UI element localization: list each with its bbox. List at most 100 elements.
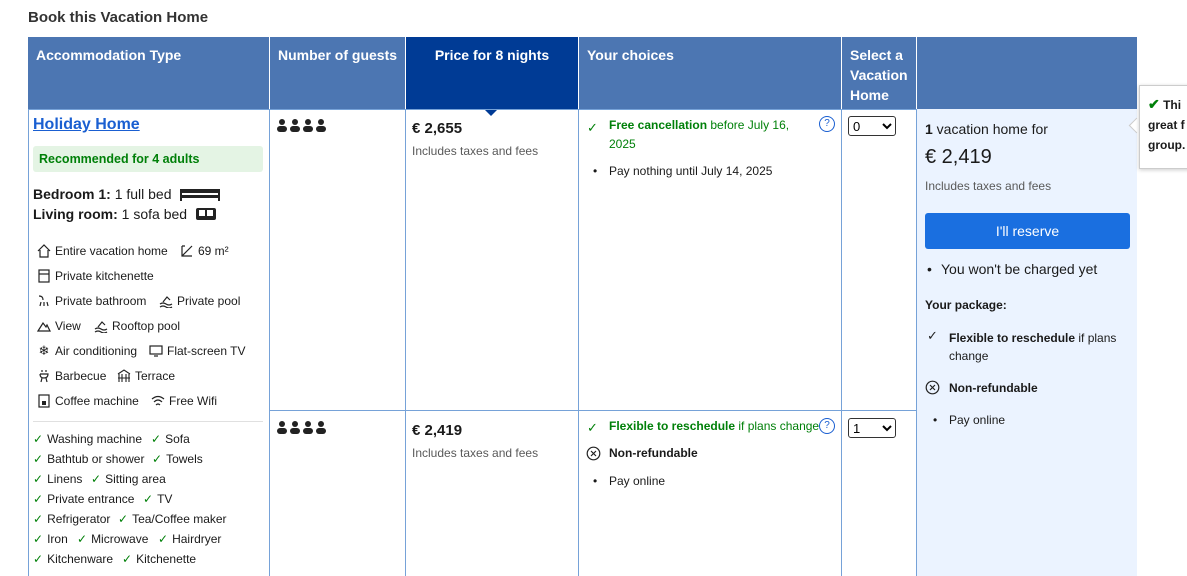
- bed-label: Living room:: [33, 206, 118, 222]
- tooltip-line: Thi: [1163, 98, 1182, 112]
- facility-wifi: Free Wifi: [151, 394, 217, 408]
- package-title: Your package:: [925, 298, 1007, 312]
- no-charge-note: You won't be charged yet: [927, 261, 1097, 277]
- amenity-item: ✓ Washing machine: [33, 432, 142, 446]
- grid-line: [841, 109, 842, 576]
- checkmark-icon: ✓: [118, 512, 129, 526]
- facility-label: Private bathroom: [55, 294, 147, 308]
- package-pay-online: Pay online: [933, 413, 1005, 427]
- grid-line: [405, 109, 406, 576]
- header-summary: [917, 37, 1137, 109]
- checkmark-icon: ✓: [158, 532, 169, 546]
- option-choice: Free cancellation before July 16, 2025: [609, 116, 814, 154]
- checkmark-icon: ✓: [33, 432, 44, 446]
- facility-label: Free Wifi: [169, 394, 217, 408]
- reserve-button[interactable]: I'll reserve: [925, 213, 1130, 249]
- pkg-bold: Flexible to reschedule: [949, 331, 1076, 345]
- facility-label: Air conditioning: [55, 344, 138, 358]
- checkmark-icon: ✓: [151, 432, 162, 446]
- option-price: € 2,419: [412, 422, 463, 439]
- grid-line: [28, 109, 916, 110]
- help-icon[interactable]: ?: [819, 418, 835, 434]
- checkmark-icon: ✓: [927, 328, 938, 343]
- checkmark-icon: ✓: [33, 472, 44, 486]
- row-divider: [269, 410, 916, 411]
- bed-icon: [179, 187, 221, 204]
- facility-label: Rooftop pool: [112, 319, 181, 333]
- amenity-item: ✓ Towels: [152, 452, 203, 466]
- terrace-icon: [117, 369, 131, 383]
- summary-count: 1 vacation home for: [925, 121, 1048, 137]
- header-choices: Your choices: [579, 37, 841, 109]
- facility-bathroom: Private bathroom: [37, 294, 146, 308]
- facility-terrace: Terrace: [117, 369, 175, 383]
- checkmark-icon: ✓: [33, 452, 44, 466]
- header-select: Select a Vacation Home: [842, 37, 916, 109]
- facility-label: 69 m²: [198, 244, 229, 258]
- snowflake-icon: ❄: [38, 343, 50, 358]
- option-price: € 2,655: [412, 120, 463, 137]
- facility-entire-home: Entire vacation home: [37, 244, 168, 258]
- amenity-item: ✓ Microwave: [77, 532, 149, 546]
- amenity-item: ✓ Sofa: [151, 432, 190, 446]
- amenity-item: ✓ Kitchenette: [122, 552, 197, 566]
- option-choice: Flexible to reschedule if plans change: [609, 417, 819, 436]
- option-bullet: Pay online: [593, 474, 665, 488]
- mountain-icon: [37, 319, 51, 333]
- facility-air-conditioning: ❄ Air conditioning: [37, 343, 138, 358]
- section-title: Book this Vacation Home: [28, 9, 209, 26]
- count-text: vacation home for: [932, 121, 1048, 137]
- choice-bold: Flexible to reschedule: [609, 419, 736, 433]
- tv-icon: [149, 344, 163, 358]
- checkmark-icon: ✔: [1148, 96, 1160, 112]
- select-vacation-home-count[interactable]: 1: [848, 418, 896, 438]
- coffee-machine-icon: [37, 394, 51, 408]
- amenity-item: ✓ Tea/Coffee maker: [118, 512, 227, 526]
- grid-line: [269, 109, 270, 576]
- checkmark-icon: ✓: [587, 420, 598, 435]
- bathroom-icon: [37, 294, 51, 308]
- amenity-item: ✓ Iron: [33, 532, 68, 546]
- amenity-item: ✓ Refrigerator: [33, 512, 111, 526]
- grid-line: [578, 109, 579, 576]
- room-name-link[interactable]: Holiday Home: [33, 116, 140, 134]
- pool-icon: [159, 294, 173, 308]
- facility-label: Terrace: [135, 369, 176, 383]
- facility-label: Entire vacation home: [55, 244, 168, 258]
- facility-label: Private pool: [177, 294, 241, 308]
- header-price[interactable]: Price for 8 nights: [406, 37, 578, 109]
- package-flexible: Flexible to reschedule if plans change: [949, 329, 1129, 365]
- facility-label: Barbecue: [55, 369, 107, 383]
- checkmark-icon: ✓: [77, 532, 88, 546]
- area-icon: [180, 244, 194, 258]
- bed-value: 1 sofa bed: [121, 206, 188, 222]
- amenity-item: ✓ Linens: [33, 472, 83, 486]
- header-guests: Number of guests: [270, 37, 405, 109]
- option-bullet: Pay nothing until July 14, 2025: [593, 164, 772, 178]
- summary-taxes: Includes taxes and fees: [925, 179, 1052, 193]
- grid-line: [28, 109, 29, 576]
- checkmark-icon: ✓: [587, 120, 598, 135]
- tooltip-line: great f: [1148, 118, 1185, 132]
- help-icon[interactable]: ?: [819, 116, 835, 132]
- option-taxes: Includes taxes and fees: [412, 144, 539, 158]
- facility-label: Coffee machine: [55, 394, 139, 408]
- kitchenette-icon: [37, 269, 51, 283]
- house-icon: [37, 244, 51, 258]
- facility-rooftop-pool: Rooftop pool: [94, 319, 180, 333]
- amenity-item: ✓ Kitchenware: [33, 552, 114, 566]
- facility-area: 69 m²: [180, 244, 229, 258]
- package-non-refundable: Non-refundable: [949, 381, 1038, 395]
- select-vacation-home-count[interactable]: 0: [848, 116, 896, 136]
- facility-label: Flat-screen TV: [167, 344, 246, 358]
- checkmark-icon: ✓: [143, 492, 154, 506]
- checkmark-icon: ✓: [33, 532, 44, 546]
- rooftop-pool-icon: [94, 319, 108, 333]
- facility-label: View: [55, 319, 81, 333]
- checkmark-icon: ✓: [33, 552, 44, 566]
- facility-barbecue: Barbecue: [37, 369, 106, 383]
- facility-pool: Private pool: [159, 294, 240, 308]
- checkmark-icon: ✓: [122, 552, 133, 566]
- facility-coffee-machine: Coffee machine: [37, 394, 139, 408]
- barbecue-icon: [37, 369, 51, 383]
